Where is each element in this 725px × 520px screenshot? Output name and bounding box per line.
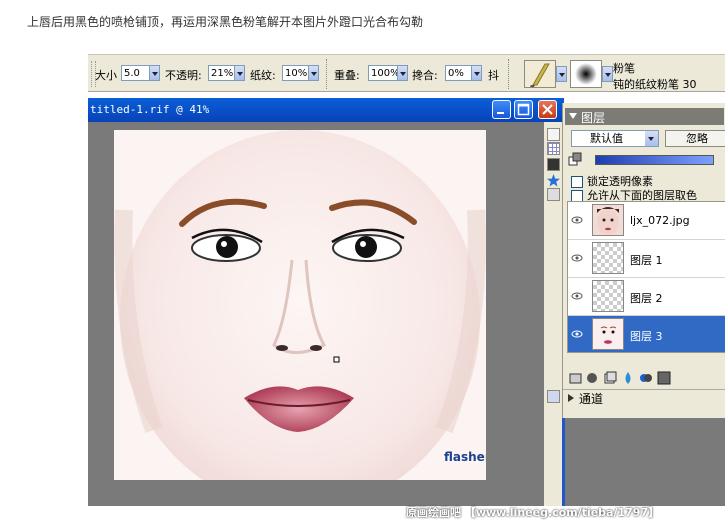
- brush-variant-text: 钝的纸纹粉笔: [613, 78, 679, 91]
- layers-panel-header[interactable]: 图层: [565, 108, 724, 125]
- minimize-button[interactable]: [492, 100, 511, 119]
- layer-row[interactable]: 图层 1: [568, 240, 725, 278]
- layer-stack-icon: [568, 152, 582, 166]
- size-input[interactable]: 5.0: [121, 65, 150, 81]
- eye-icon[interactable]: [571, 215, 583, 225]
- size-label: 大小: [95, 69, 117, 82]
- close-button[interactable]: [538, 100, 557, 119]
- layer-name: 图层 1: [630, 254, 663, 267]
- channels-panel-title: 通道: [579, 392, 604, 406]
- water-drop-icon[interactable]: [621, 371, 635, 385]
- caption-text: 上唇后用黑色的喷枪铺顶，再运用深黑色粉笔解开本图片外蹬口光合布勾勒: [27, 15, 424, 29]
- layer-row-selected[interactable]: 图层 3: [568, 316, 725, 352]
- brush-category-dropdown[interactable]: [556, 66, 567, 82]
- document-window: titled-1.rif @ 41% flashe 原画绘画吧 【www.lin…: [88, 98, 659, 519]
- layer-icon[interactable]: [547, 158, 560, 171]
- layer-row[interactable]: 图层 2: [568, 278, 725, 316]
- layer-opacity-slider[interactable]: [595, 155, 714, 165]
- layer-thumbnail: [592, 318, 624, 350]
- side-tool-strip: [544, 122, 564, 506]
- overlap-input[interactable]: 100%: [368, 65, 400, 81]
- channels-panel-header[interactable]: 通道: [563, 389, 725, 406]
- texture-input[interactable]: 10%: [282, 65, 309, 81]
- opacity-label: 不透明:: [165, 69, 202, 82]
- layers-panel: 图层 默认值 忽略 锁定透明像素 允许从下面的图层取色 ljx_072.jpg …: [562, 103, 725, 418]
- new-layer-icon[interactable]: [603, 371, 617, 385]
- texture-dropdown[interactable]: [308, 65, 319, 81]
- maximize-icon: [517, 103, 530, 116]
- layer-name: ljx_072.jpg: [630, 214, 690, 227]
- brush-name: 粉笔: [613, 62, 635, 75]
- layers-panel-title: 图层: [581, 111, 606, 125]
- size-dropdown[interactable]: [149, 65, 160, 81]
- brush-property-bar: 大小 5.0 不透明: 21% 纸纹: 10% 重叠: 100% 搀合: 0% …: [88, 54, 725, 92]
- face-painting: [114, 130, 486, 480]
- layer-thumbnail: [592, 204, 624, 236]
- minimize-icon: [497, 112, 504, 114]
- layer-thumbnail: [592, 242, 624, 274]
- opacity-dropdown[interactable]: [234, 65, 245, 81]
- zoom-icon[interactable]: [547, 128, 560, 141]
- panel-empty-area: [562, 418, 725, 506]
- toolbar-separator: [508, 59, 511, 89]
- delete-layer-icon[interactable]: [657, 371, 671, 385]
- expand-arrow-icon: [568, 394, 574, 402]
- blend-dropdown[interactable]: [471, 65, 482, 81]
- blend-mode-dropdown[interactable]: [645, 131, 658, 146]
- panel-toggle-icon[interactable]: [547, 390, 560, 403]
- blend-input[interactable]: 0%: [445, 65, 472, 81]
- grid-icon[interactable]: [547, 142, 560, 155]
- brush-variant-icon[interactable]: [570, 60, 602, 88]
- eye-icon[interactable]: [571, 253, 583, 263]
- document-title: titled-1.rif @ 41%: [90, 103, 210, 116]
- site-credit: 原画绘画吧 【www.lineeg.com/tieba/1797】: [406, 506, 660, 519]
- overlap-dropdown[interactable]: [397, 65, 408, 81]
- layer-name: 图层 2: [630, 292, 663, 305]
- brush-variant-dropdown[interactable]: [602, 66, 613, 82]
- layer-adjust-icon[interactable]: [569, 371, 583, 385]
- eye-icon[interactable]: [571, 291, 583, 301]
- texture-label: 纸纹:: [250, 69, 276, 82]
- collapse-arrow-icon: [569, 113, 577, 119]
- composite-method-button[interactable]: 忽略: [665, 130, 725, 147]
- layer-row[interactable]: ljx_072.jpg: [568, 202, 725, 240]
- layer-opacity-row: [567, 152, 722, 168]
- watermark: flasher.cn: [444, 450, 486, 464]
- toolbar-separator: [326, 59, 329, 89]
- shake-label: 抖: [488, 69, 499, 82]
- brush-category-icon[interactable]: [524, 60, 556, 88]
- brush-variant-name: 钝的纸纹粉笔 30: [613, 76, 697, 92]
- dynamic-plugin-icon[interactable]: [585, 371, 599, 385]
- painting-canvas[interactable]: flasher.cn: [114, 130, 486, 480]
- eye-icon[interactable]: [571, 329, 583, 339]
- scroll-up-icon[interactable]: [547, 188, 560, 201]
- blend-label: 搀合:: [412, 69, 438, 82]
- overlap-label: 重叠:: [334, 69, 360, 82]
- close-icon: [542, 104, 553, 115]
- document-titlebar[interactable]: titled-1.rif @ 41%: [88, 98, 564, 122]
- mask-icon[interactable]: [639, 371, 653, 385]
- layer-thumbnail: [592, 280, 624, 312]
- canvas-area[interactable]: flasher.cn 原画绘画吧 【www.lineeg.com/tieba/1…: [88, 122, 659, 519]
- layer-list: ljx_072.jpg 图层 1 图层 2 图层 3: [567, 201, 725, 353]
- brush-variant-size: 30: [682, 78, 697, 91]
- layer-name: 图层 3: [630, 330, 663, 343]
- maximize-button[interactable]: [514, 100, 533, 119]
- opacity-input[interactable]: 21%: [208, 65, 235, 81]
- layer-command-bar: [569, 371, 689, 387]
- star-icon[interactable]: [547, 172, 560, 187]
